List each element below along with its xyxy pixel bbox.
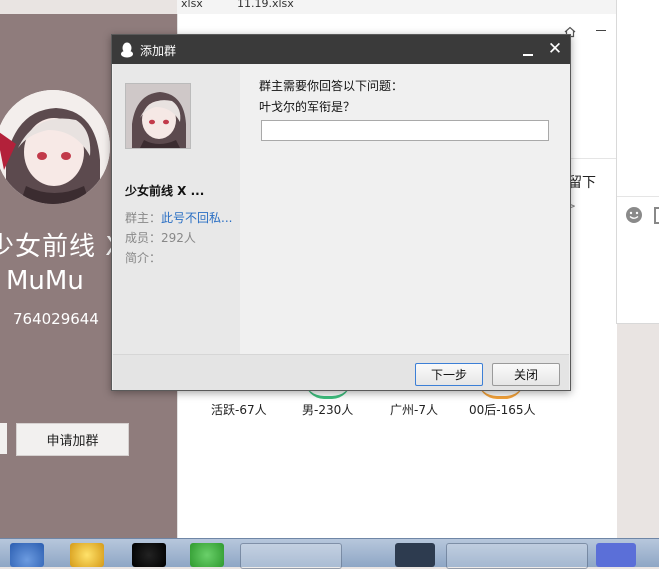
group-avatar [125,83,191,149]
question-prompt: 群主需要你回答以下问题： [259,79,404,93]
group-intro: 简介： [125,251,162,265]
divider [617,196,659,197]
apply-join-button[interactable]: 申请加群 [16,423,129,456]
group-subname: MuMu [6,266,84,296]
group-avatar-large [0,90,110,204]
partial-button[interactable] [0,423,7,454]
next-button[interactable]: 下一步 [415,363,483,386]
divider [568,158,616,159]
question-area: 群主需要你回答以下问题： 叶戈尔的军衔是？ [240,64,569,354]
qq-taskbar-icon[interactable] [132,543,166,567]
start-button[interactable] [10,543,44,567]
taskbar [0,538,659,569]
owner-name-link[interactable]: 此号不回私... [161,209,232,226]
image-icon[interactable] [654,207,659,224]
qq-penguin-icon [121,42,133,58]
file-name[interactable]: xlsx [181,0,203,10]
owner-label: 群主： [125,211,162,225]
close-icon[interactable]: ✕ [545,41,565,59]
stat-active: 活跃-67人 [211,403,267,417]
dialog-footer: 下一步 关闭 [113,354,569,390]
dialog-title: 添加群 [140,44,177,58]
wechat-taskbar-icon[interactable] [190,543,224,567]
minimize-icon[interactable] [596,30,606,31]
stat-age: 00后-165人 [469,403,536,417]
taskbar-window-button[interactable] [240,543,342,569]
group-summary: 少女前线 X ... 群主： 此号不回私... 成员：292人 简介： [113,64,240,354]
answer-input[interactable] [261,120,549,141]
group-name: 少女前线 X ... [125,184,205,198]
file-name[interactable]: 11.19.xlsx [237,0,294,10]
chat-panel [616,0,659,324]
question-text: 叶戈尔的军衔是？ [259,100,356,114]
stat-location: 广州-7人 [390,403,438,417]
minimize-button[interactable] [519,43,539,57]
partial-text: 留下 [568,175,596,191]
taskbar-app-icon[interactable] [395,543,435,567]
member-count: 成员：292人 [125,231,196,245]
stat-gender: 男-230人 [302,403,354,417]
background-file-strip: xlsx 11.19.xlsx [177,0,617,15]
emoji-icon[interactable] [625,206,643,224]
add-group-dialog: 添加群 ✕ 少女前线 X ... 群主： 此号不回私... 成员：292人 简介… [111,34,571,391]
dialog-title-bar[interactable]: 添加群 ✕ [112,35,570,64]
taskbar-window-button[interactable] [446,543,588,569]
group-id: 764029644 [13,310,99,328]
taskbar-app-icon[interactable] [70,543,104,567]
close-button[interactable]: 关闭 [492,363,560,386]
group-name: 少女前线 X [0,232,125,262]
taskbar-app-icon[interactable] [596,543,636,567]
